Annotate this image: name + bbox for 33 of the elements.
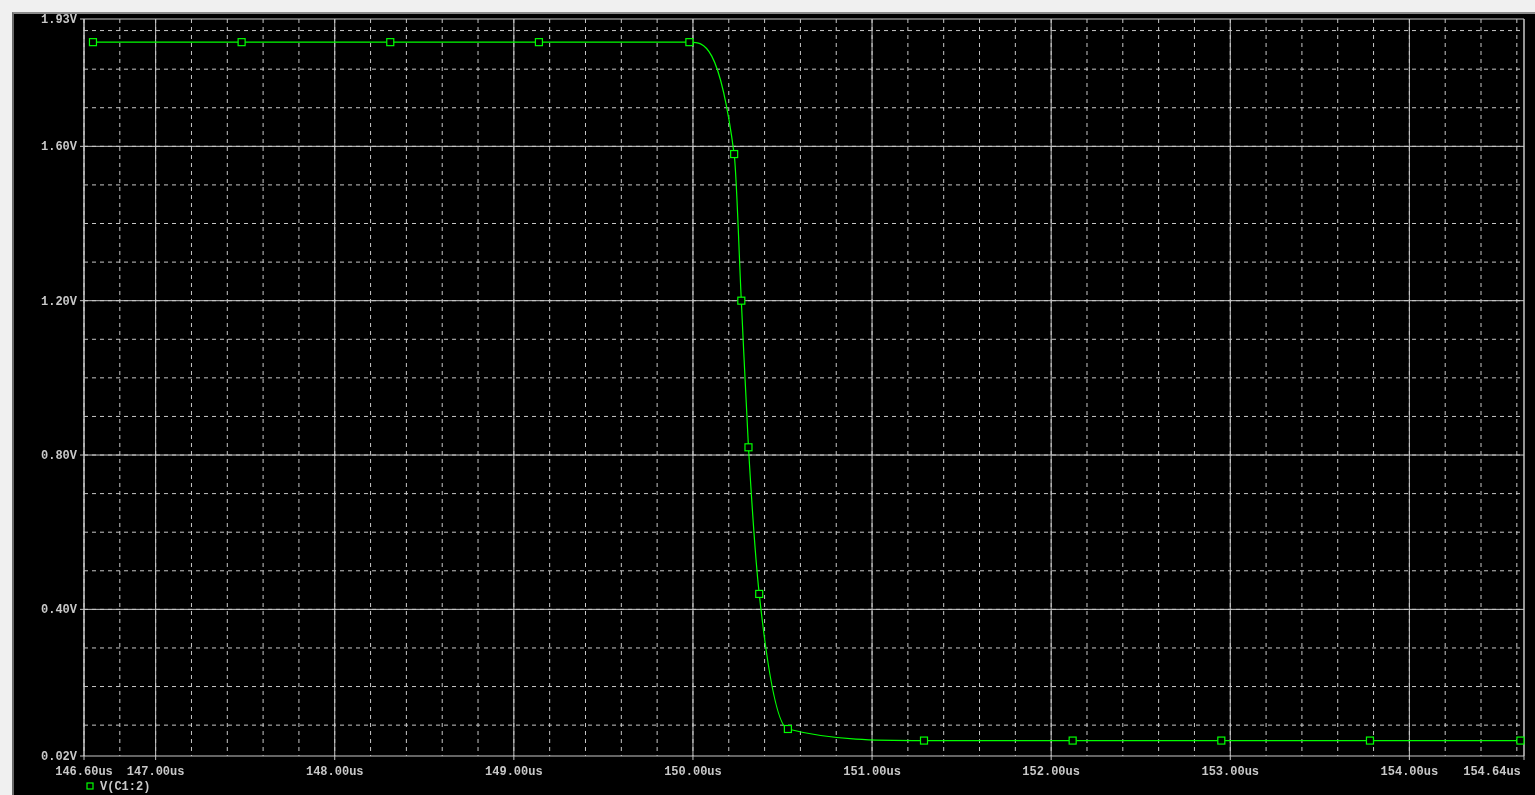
y-axis-label: 0.80V: [41, 449, 77, 464]
legend-label: V(C1:2): [100, 780, 151, 794]
data-point-marker: [1068, 736, 1077, 745]
y-axis-label: 0.40V: [41, 603, 77, 618]
data-point-marker: [744, 443, 753, 452]
data-point-marker: [1365, 736, 1375, 745]
y-axis-label: 1.93V: [41, 14, 77, 27]
y-axis-label: 1.60V: [41, 140, 77, 155]
data-point-marker: [1217, 736, 1226, 745]
data-point-marker: [737, 296, 746, 305]
x-axis-label: 153.00us: [1201, 765, 1260, 779]
data-point-marker: [919, 736, 929, 745]
data-point-marker: [534, 38, 543, 47]
y-axis-label: 0.02V: [41, 750, 77, 764]
data-point-marker: [783, 724, 792, 734]
data-point-marker: [730, 149, 739, 159]
x-axis-label: 148.00us: [305, 765, 364, 779]
data-point-marker: [237, 38, 246, 47]
x-axis-label: 151.00us: [843, 765, 901, 779]
x-axis-label: 154.64us: [1463, 765, 1521, 779]
x-axis-label: 147.00us: [126, 765, 185, 779]
x-axis-label: 150.00us: [664, 765, 722, 779]
data-point-marker: [386, 38, 395, 47]
data-point-marker: [1516, 736, 1525, 745]
y-axis-label: 1.20V: [41, 294, 77, 309]
x-axis-label: 152.00us: [1022, 765, 1080, 779]
data-point-marker: [88, 38, 98, 47]
x-axis-label: 154.00us: [1380, 765, 1439, 779]
legend-marker-icon: [86, 782, 94, 790]
data-point-marker: [755, 589, 764, 599]
data-point-marker: [685, 38, 694, 47]
x-axis-label: 146.60us: [55, 765, 113, 779]
x-axis-label: 149.00us: [485, 765, 543, 779]
